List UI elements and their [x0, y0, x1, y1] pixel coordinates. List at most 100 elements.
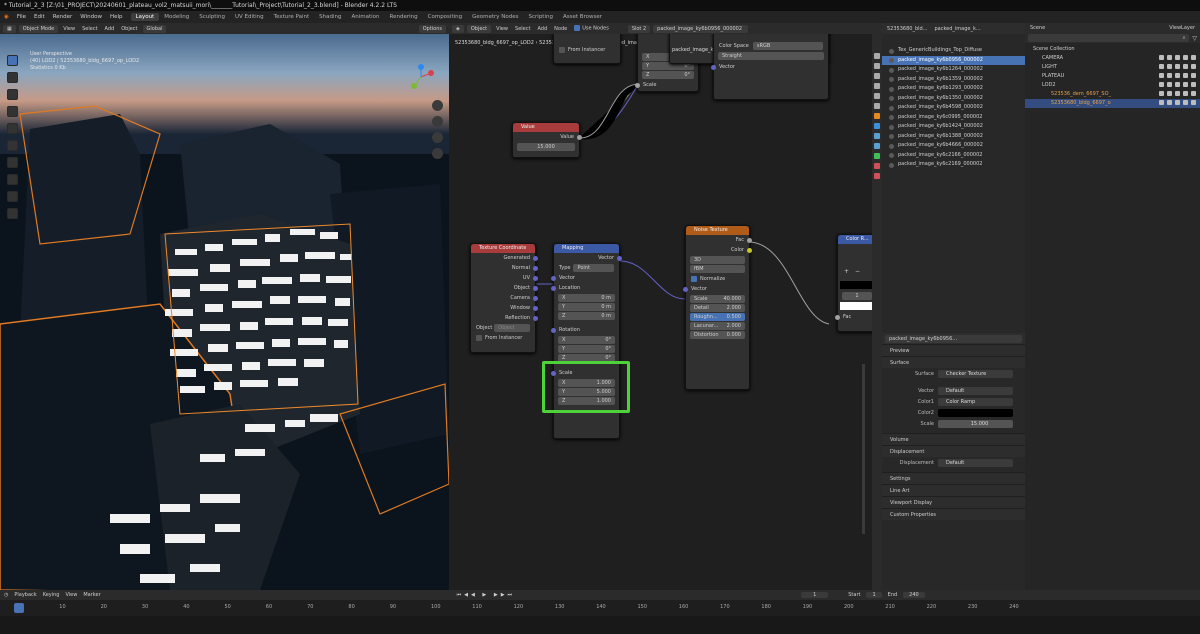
menu-file[interactable]: File: [13, 14, 30, 20]
timeline-menu-marker[interactable]: Marker: [83, 592, 100, 598]
blender-logo-icon[interactable]: ◉: [0, 14, 13, 20]
noise-vector-socket[interactable]: [683, 286, 688, 292]
generated-socket[interactable]: [533, 255, 538, 261]
material-slot-item[interactable]: packed_image_ky6b1388_000002: [882, 132, 1025, 142]
zoom-icon[interactable]: [432, 100, 443, 111]
3d-viewport[interactable]: User Perspective (40) LOD2 | 52353680_bl…: [0, 34, 449, 590]
outliner-row[interactable]: PLATEAU: [1025, 72, 1200, 81]
cursor-tool-icon[interactable]: [7, 72, 18, 83]
tab-texture-paint[interactable]: Texture Paint: [269, 13, 315, 21]
uv-socket[interactable]: [533, 275, 538, 281]
material-slot-item[interactable]: packed_image_ky6c2169_000002: [882, 160, 1025, 170]
toggle-icon[interactable]: [1183, 91, 1188, 96]
toggle-icon[interactable]: [1175, 64, 1180, 69]
render-tab-icon[interactable]: [874, 63, 880, 69]
toggle-icon[interactable]: [1183, 100, 1188, 105]
color-ramp-stop-color[interactable]: [840, 302, 872, 310]
custom-properties-section[interactable]: Custom Properties: [882, 508, 1025, 520]
toggle-icon[interactable]: [1183, 55, 1188, 60]
visibility-icons[interactable]: [1152, 91, 1196, 98]
select-tool-icon[interactable]: [7, 55, 18, 66]
noise-fac-socket[interactable]: [747, 237, 752, 243]
reflection-socket[interactable]: [533, 315, 538, 321]
material-slot-item[interactable]: packed_image_ky6b1293_000002: [882, 84, 1025, 94]
mapping-output-socket[interactable]: [617, 255, 622, 261]
object-socket[interactable]: [533, 285, 538, 291]
vector-input-socket[interactable]: [711, 64, 716, 70]
displacement-value[interactable]: Default: [938, 458, 1013, 467]
settings-section[interactable]: Settings: [882, 472, 1025, 484]
alpha-mode-dropdown[interactable]: Straight: [718, 52, 824, 60]
toggle-icon[interactable]: [1175, 91, 1180, 96]
toggle-icon[interactable]: [1175, 55, 1180, 60]
pan-hand-icon[interactable]: [432, 116, 443, 127]
rotation-x-field[interactable]: X 0°: [558, 336, 615, 344]
tab-modeling[interactable]: Modeling: [159, 13, 194, 21]
mapping-vector-socket[interactable]: [551, 275, 556, 281]
visibility-icons[interactable]: [1152, 100, 1196, 107]
color-ramp-fac-socket[interactable]: [835, 314, 840, 320]
keyframe-area[interactable]: [0, 616, 1200, 634]
color-ramp-index-field[interactable]: 1: [842, 292, 872, 300]
toggle-icon[interactable]: [1183, 64, 1188, 69]
scale-tool-icon[interactable]: [7, 123, 18, 134]
noise-roughness-field[interactable]: Roughn... 0.500: [690, 313, 745, 321]
value-node-header[interactable]: Value: [513, 123, 579, 132]
from-instancer-row[interactable]: From Instancer: [554, 45, 620, 55]
material-slot-item[interactable]: packed_image_ky6b4598_000002: [882, 103, 1025, 113]
tab-rendering[interactable]: Rendering: [385, 13, 423, 21]
location-x-field[interactable]: X 0 m: [558, 294, 615, 302]
annotate-tool-icon[interactable]: [7, 157, 18, 168]
value-field[interactable]: 15.000: [517, 143, 575, 151]
toggle-icon[interactable]: [1159, 73, 1164, 78]
shader-type-dropdown[interactable]: Object: [466, 24, 492, 33]
timeline-menu-view[interactable]: View: [65, 592, 77, 598]
transform-tool-icon[interactable]: [7, 140, 18, 151]
tab-scripting[interactable]: Scripting: [524, 13, 558, 21]
material-slot-item[interactable]: packed_image_ky6b1359_000002: [882, 75, 1025, 85]
toggle-icon[interactable]: [1167, 100, 1172, 105]
output-tab-icon[interactable]: [874, 73, 880, 79]
add-cube-tool-icon[interactable]: [7, 191, 18, 202]
toggle-icon[interactable]: [1167, 91, 1172, 96]
timeline-menu-keying[interactable]: Keying: [43, 592, 60, 598]
object-tab-icon[interactable]: [874, 113, 880, 119]
mesh-data-tab-icon[interactable]: [874, 153, 880, 159]
mode-dropdown[interactable]: Object Mode: [18, 24, 59, 33]
view-layer-selector[interactable]: ViewLayer: [1167, 25, 1197, 31]
end-frame-field[interactable]: 240: [903, 592, 925, 598]
material-slot-item[interactable]: packed_image_ky6b1264_000002: [882, 65, 1025, 75]
toggle-icon[interactable]: [1191, 64, 1196, 69]
toggle-icon[interactable]: [1159, 64, 1164, 69]
outliner-row[interactable]: Scene Collection: [1025, 45, 1200, 54]
camera-socket[interactable]: [533, 295, 538, 301]
tab-animation[interactable]: Animation: [346, 13, 384, 21]
slot-dropdown[interactable]: Slot 2: [627, 24, 651, 33]
camera-view-icon[interactable]: [432, 132, 443, 143]
color1-value[interactable]: Color Ramp: [938, 397, 1013, 406]
color-ramp-gradient[interactable]: [840, 281, 872, 289]
normal-socket[interactable]: [533, 265, 538, 271]
toggle-icon[interactable]: [1191, 73, 1196, 78]
menu-help[interactable]: Help: [106, 14, 127, 20]
navigation-gizmo-icon[interactable]: [408, 64, 434, 90]
scale-input-socket[interactable]: [635, 82, 640, 88]
mapping-location-socket[interactable]: [551, 285, 556, 291]
node-menu-add[interactable]: Add: [535, 26, 549, 32]
viewport-menu-view[interactable]: View: [61, 26, 77, 32]
color-ramp-remove-button[interactable]: −: [855, 268, 860, 275]
mapping-header[interactable]: Mapping: [554, 244, 619, 253]
outliner-search-input[interactable]: ⌕: [1028, 34, 1190, 42]
tab-layout[interactable]: Layout: [130, 13, 160, 21]
playback-controls[interactable]: ⏮◀◀ ▶ ▶▶⏭: [457, 592, 515, 598]
texture-tab-icon[interactable]: [874, 173, 880, 179]
viewport-menu-add[interactable]: Add: [103, 26, 117, 32]
toggle-icon[interactable]: [1159, 91, 1164, 96]
toggle-icon[interactable]: [1191, 91, 1196, 96]
current-frame-field[interactable]: 1: [801, 592, 829, 598]
texcoord-header[interactable]: Texture Coordinate: [471, 244, 535, 253]
tool-tab-icon[interactable]: [874, 53, 880, 59]
tab-compositing[interactable]: Compositing: [423, 13, 467, 21]
start-frame-field[interactable]: 1: [866, 592, 882, 598]
noise-detail-field[interactable]: Detail 2.000: [690, 304, 745, 312]
